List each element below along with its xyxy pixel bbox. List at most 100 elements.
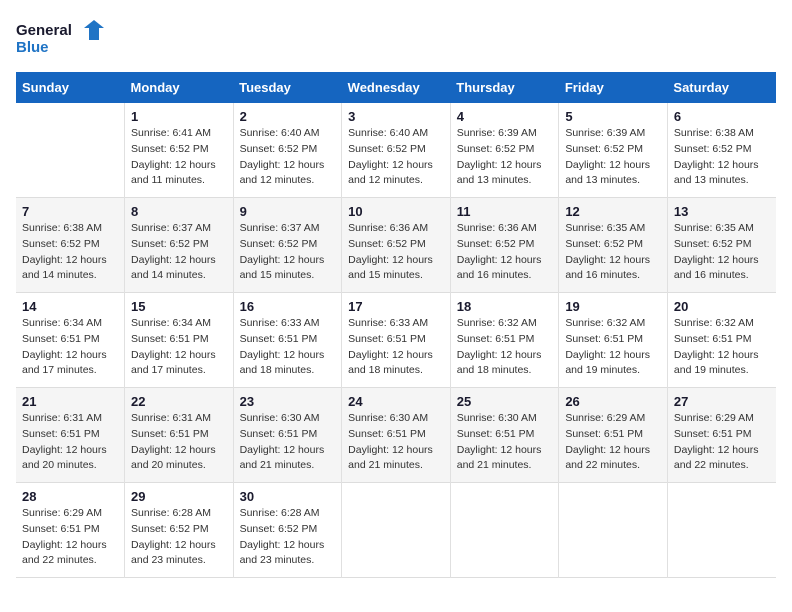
day-number: 8 (131, 204, 227, 219)
day-number: 3 (348, 109, 444, 124)
calendar-cell: 11 Sunrise: 6:36 AMSunset: 6:52 PMDayligh… (450, 198, 559, 293)
day-detail: Sunrise: 6:37 AMSunset: 6:52 PMDaylight:… (131, 221, 227, 284)
calendar-cell: 5Sunrise: 6:39 AMSunset: 6:52 PMDaylight… (559, 103, 668, 198)
header-saturday: Saturday (667, 72, 776, 103)
calendar-cell: 30Sunrise: 6:28 AMSunset: 6:52 PMDayligh… (233, 483, 342, 578)
calendar-cell: 10 Sunrise: 6:36 AMSunset: 6:52 PMDayligh… (342, 198, 451, 293)
header-row: SundayMondayTuesdayWednesdayThursdayFrid… (16, 72, 776, 103)
day-detail: Sunrise: 6:29 AMSunset: 6:51 PMDaylight:… (22, 506, 118, 569)
calendar-cell: 28 Sunrise: 6:29 AMSunset: 6:51 PMDayligh… (16, 483, 125, 578)
day-detail: Sunrise: 6:36 AMSunset: 6:52 PMDaylight:… (348, 221, 444, 284)
calendar-cell: 19Sunrise: 6:32 AMSunset: 6:51 PMDayligh… (559, 293, 668, 388)
day-detail: Sunrise: 6:34 AMSunset: 6:51 PMDaylight:… (131, 316, 227, 379)
day-detail: Sunrise: 6:37 AMSunset: 6:52 PMDaylight:… (240, 221, 336, 284)
day-detail: Sunrise: 6:33 AMSunset: 6:51 PMDaylight:… (240, 316, 336, 379)
day-detail: Sunrise: 6:33 AMSunset: 6:51 PMDaylight:… (348, 316, 444, 379)
logo-svg: General Blue (16, 16, 106, 60)
calendar-cell: 23 Sunrise: 6:30 AMSunset: 6:51 PMDayligh… (233, 388, 342, 483)
week-row-1: 1 Sunrise: 6:41 AMSunset: 6:52 PMDaylight… (16, 103, 776, 198)
calendar-cell: 21 Sunrise: 6:31 AMSunset: 6:51 PMDayligh… (16, 388, 125, 483)
header-sunday: Sunday (16, 72, 125, 103)
header-thursday: Thursday (450, 72, 559, 103)
calendar-cell: 4Sunrise: 6:39 AMSunset: 6:52 PMDaylight… (450, 103, 559, 198)
week-row-2: 7 Sunrise: 6:38 AMSunset: 6:52 PMDaylight… (16, 198, 776, 293)
header-wednesday: Wednesday (342, 72, 451, 103)
calendar-cell (559, 483, 668, 578)
day-number: 20 (674, 299, 770, 314)
calendar-cell: 2 Sunrise: 6:40 AMSunset: 6:52 PMDaylight… (233, 103, 342, 198)
day-number: 10 (348, 204, 444, 219)
day-detail: Sunrise: 6:29 AMSunset: 6:51 PMDaylight:… (565, 411, 661, 474)
day-detail: Sunrise: 6:35 AMSunset: 6:52 PMDaylight:… (674, 221, 770, 284)
day-number: 7 (22, 204, 118, 219)
day-detail: Sunrise: 6:41 AMSunset: 6:52 PMDaylight:… (131, 126, 227, 189)
day-detail: Sunrise: 6:31 AMSunset: 6:51 PMDaylight:… (22, 411, 118, 474)
calendar-cell: 16Sunrise: 6:33 AMSunset: 6:51 PMDayligh… (233, 293, 342, 388)
header-tuesday: Tuesday (233, 72, 342, 103)
calendar-cell (667, 483, 776, 578)
day-detail: Sunrise: 6:34 AMSunset: 6:51 PMDaylight:… (22, 316, 118, 379)
day-number: 18 (457, 299, 553, 314)
calendar-cell: 15Sunrise: 6:34 AMSunset: 6:51 PMDayligh… (125, 293, 234, 388)
calendar-cell: 6 Sunrise: 6:38 AMSunset: 6:52 PMDaylight… (667, 103, 776, 198)
day-number: 6 (674, 109, 770, 124)
calendar-cell: 24 Sunrise: 6:30 AMSunset: 6:51 PMDayligh… (342, 388, 451, 483)
calendar-cell: 3 Sunrise: 6:40 AMSunset: 6:52 PMDaylight… (342, 103, 451, 198)
day-number: 4 (457, 109, 553, 124)
calendar-table: SundayMondayTuesdayWednesdayThursdayFrid… (16, 72, 776, 578)
day-detail: Sunrise: 6:35 AMSunset: 6:52 PMDaylight:… (565, 221, 661, 284)
day-detail: Sunrise: 6:32 AMSunset: 6:51 PMDaylight:… (457, 316, 553, 379)
day-number: 23 (240, 394, 336, 409)
day-number: 11 (457, 204, 553, 219)
week-row-4: 21 Sunrise: 6:31 AMSunset: 6:51 PMDayligh… (16, 388, 776, 483)
day-number: 17 (348, 299, 444, 314)
day-detail: Sunrise: 6:30 AMSunset: 6:51 PMDaylight:… (348, 411, 444, 474)
day-detail: Sunrise: 6:28 AMSunset: 6:52 PMDaylight:… (240, 506, 336, 569)
day-number: 28 (22, 489, 118, 504)
day-number: 12 (565, 204, 661, 219)
day-detail: Sunrise: 6:32 AMSunset: 6:51 PMDaylight:… (565, 316, 661, 379)
day-detail: Sunrise: 6:40 AMSunset: 6:52 PMDaylight:… (240, 126, 336, 189)
week-row-3: 14 Sunrise: 6:34 AMSunset: 6:51 PMDayligh… (16, 293, 776, 388)
calendar-cell: 29 Sunrise: 6:28 AMSunset: 6:52 PMDayligh… (125, 483, 234, 578)
calendar-cell: 26 Sunrise: 6:29 AMSunset: 6:51 PMDayligh… (559, 388, 668, 483)
calendar-cell (342, 483, 451, 578)
week-row-5: 28 Sunrise: 6:29 AMSunset: 6:51 PMDayligh… (16, 483, 776, 578)
day-detail: Sunrise: 6:38 AMSunset: 6:52 PMDaylight:… (22, 221, 118, 284)
calendar-cell: 8 Sunrise: 6:37 AMSunset: 6:52 PMDaylight… (125, 198, 234, 293)
day-detail: Sunrise: 6:31 AMSunset: 6:51 PMDaylight:… (131, 411, 227, 474)
day-detail: Sunrise: 6:39 AMSunset: 6:52 PMDaylight:… (565, 126, 661, 189)
day-number: 26 (565, 394, 661, 409)
calendar-cell: 20 Sunrise: 6:32 AMSunset: 6:51 PMDayligh… (667, 293, 776, 388)
day-number: 13 (674, 204, 770, 219)
svg-text:Blue: Blue (16, 39, 49, 56)
day-detail: Sunrise: 6:29 AMSunset: 6:51 PMDaylight:… (674, 411, 770, 474)
calendar-cell: 22 Sunrise: 6:31 AMSunset: 6:51 PMDayligh… (125, 388, 234, 483)
calendar-cell: 1 Sunrise: 6:41 AMSunset: 6:52 PMDaylight… (125, 103, 234, 198)
day-number: 25 (457, 394, 553, 409)
day-number: 21 (22, 394, 118, 409)
day-detail: Sunrise: 6:38 AMSunset: 6:52 PMDaylight:… (674, 126, 770, 189)
calendar-cell: 17 Sunrise: 6:33 AMSunset: 6:51 PMDayligh… (342, 293, 451, 388)
calendar-cell: 25 Sunrise: 6:30 AMSunset: 6:51 PMDayligh… (450, 388, 559, 483)
calendar-cell: 27Sunrise: 6:29 AMSunset: 6:51 PMDayligh… (667, 388, 776, 483)
day-detail: Sunrise: 6:36 AMSunset: 6:52 PMDaylight:… (457, 221, 553, 284)
day-number: 24 (348, 394, 444, 409)
day-detail: Sunrise: 6:30 AMSunset: 6:51 PMDaylight:… (240, 411, 336, 474)
day-detail: Sunrise: 6:28 AMSunset: 6:52 PMDaylight:… (131, 506, 227, 569)
calendar-cell (16, 103, 125, 198)
day-number: 14 (22, 299, 118, 314)
svg-text:General: General (16, 22, 72, 39)
day-number: 1 (131, 109, 227, 124)
page-header: General Blue (16, 16, 776, 60)
day-detail: Sunrise: 6:30 AMSunset: 6:51 PMDaylight:… (457, 411, 553, 474)
day-detail: Sunrise: 6:32 AMSunset: 6:51 PMDaylight:… (674, 316, 770, 379)
day-number: 29 (131, 489, 227, 504)
calendar-cell: 12 Sunrise: 6:35 AMSunset: 6:52 PMDayligh… (559, 198, 668, 293)
day-number: 2 (240, 109, 336, 124)
day-number: 22 (131, 394, 227, 409)
day-detail: Sunrise: 6:40 AMSunset: 6:52 PMDaylight:… (348, 126, 444, 189)
logo: General Blue (16, 16, 106, 60)
calendar-cell: 18 Sunrise: 6:32 AMSunset: 6:51 PMDayligh… (450, 293, 559, 388)
day-number: 9 (240, 204, 336, 219)
